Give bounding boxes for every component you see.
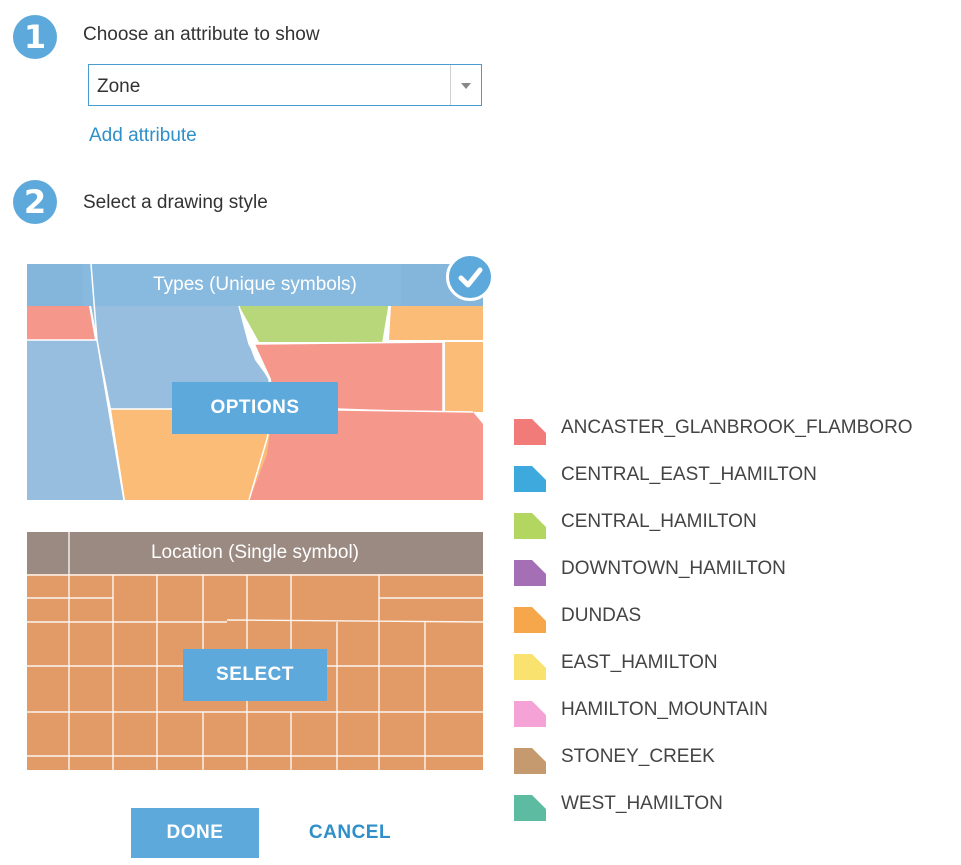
legend-label: DUNDAS — [561, 605, 642, 626]
legend-item: CENTRAL_EAST_HAMILTON — [514, 460, 961, 492]
cancel-button[interactable]: CANCEL — [290, 808, 410, 858]
add-attribute-link[interactable]: Add attribute — [89, 125, 197, 147]
chevron-down-icon — [461, 83, 471, 89]
select-button[interactable]: SELECT — [183, 649, 327, 701]
legend-item: WEST_HAMILTON — [514, 789, 961, 821]
attribute-select-value: Zone — [97, 76, 141, 97]
style-card-location[interactable]: Location (Single symbol) SELECT — [27, 532, 483, 770]
step-2-title: Select a drawing style — [83, 192, 268, 213]
legend-item: DOWNTOWN_HAMILTON — [514, 554, 961, 586]
legend-swatch — [514, 560, 546, 586]
selected-check-icon — [446, 253, 494, 301]
legend-label: CENTRAL_HAMILTON — [561, 511, 757, 532]
legend-swatch — [514, 748, 546, 774]
style-card-title: Types (Unique symbols) — [153, 274, 357, 295]
legend-label: STONEY_CREEK — [561, 746, 715, 767]
legend-item: HAMILTON_MOUNTAIN — [514, 695, 961, 727]
legend-item: EAST_HAMILTON — [514, 648, 961, 680]
step-1-badge: 1 — [13, 15, 57, 59]
legend-swatch — [514, 419, 546, 445]
style-card-types[interactable]: Types (Unique symbols) OPTIONS — [27, 264, 483, 500]
legend-label: HAMILTON_MOUNTAIN — [561, 699, 768, 720]
step-2-badge: 2 — [13, 180, 57, 224]
legend-label: ANCASTER_GLANBROOK_FLAMBORO — [561, 417, 913, 438]
legend-item: DUNDAS — [514, 601, 961, 633]
attribute-select[interactable]: Zone — [88, 64, 482, 106]
style-card-title: Location (Single symbol) — [150, 542, 360, 563]
legend-swatch — [514, 701, 546, 727]
legend-swatch — [514, 654, 546, 680]
legend-label: CENTRAL_EAST_HAMILTON — [561, 464, 817, 485]
options-button[interactable]: OPTIONS — [172, 382, 338, 434]
legend-swatch — [514, 466, 546, 492]
legend-item: STONEY_CREEK — [514, 742, 961, 774]
legend-item: CENTRAL_HAMILTON — [514, 507, 961, 539]
legend-label: DOWNTOWN_HAMILTON — [561, 558, 786, 579]
legend-swatch — [514, 795, 546, 821]
legend-swatch — [514, 607, 546, 633]
step-1-title: Choose an attribute to show — [83, 24, 320, 45]
legend-item: ANCASTER_GLANBROOK_FLAMBORO — [514, 413, 961, 445]
done-button[interactable]: DONE — [131, 808, 259, 858]
legend-label: EAST_HAMILTON — [561, 652, 718, 673]
legend-label: WEST_HAMILTON — [561, 793, 723, 814]
legend-swatch — [514, 513, 546, 539]
dropdown-toggle[interactable] — [450, 65, 481, 105]
